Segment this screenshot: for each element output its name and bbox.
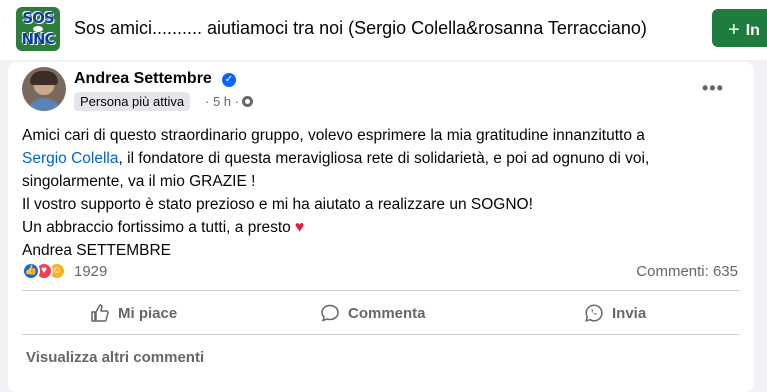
post-line: Amici cari di questo straordinario grupp… xyxy=(22,127,645,144)
plus-icon: + xyxy=(728,19,740,41)
send-button[interactable]: Invia xyxy=(584,294,646,330)
mention-link[interactable]: Sergio Colella xyxy=(22,150,119,167)
heart-icon: ♥ xyxy=(294,219,305,236)
view-more-comments-link[interactable]: Visualizza altri commenti xyxy=(26,349,204,366)
comment-label: Commenta xyxy=(348,305,426,322)
reaction-count[interactable]: 1929 xyxy=(74,263,107,280)
globe-icon xyxy=(241,96,253,107)
more-options-icon[interactable]: ••• xyxy=(702,78,724,99)
post-line: Sergio Colella, il fondatore di questa m… xyxy=(22,147,737,170)
comment-icon xyxy=(321,304,339,322)
post-author[interactable]: Andrea Settembre xyxy=(74,70,212,88)
post-body: Amici cari di questo straordinario grupp… xyxy=(22,124,737,262)
send-label: Invia xyxy=(612,305,647,322)
join-group-button[interactable]: + In xyxy=(712,9,767,47)
avatar-hair xyxy=(30,71,58,85)
avatar[interactable] xyxy=(22,67,66,111)
post-meta: · 5 h · xyxy=(205,94,253,109)
post-line-text: il fondatore di questa meravigliosa rete… xyxy=(127,150,650,167)
top-contributor-badge[interactable]: Persona più attiva xyxy=(74,92,191,111)
group-header: SOS NNC Sos amici.......... aiutiamoci t… xyxy=(0,0,767,60)
post-line: Andrea SETTEMBRE xyxy=(22,242,172,259)
group-title[interactable]: Sos amici.......... aiutiamoci tra noi (… xyxy=(74,18,647,39)
group-logo-bottom: NNC xyxy=(21,30,55,48)
post-line: Il vostro supporto è stato prezioso e mi… xyxy=(22,196,533,213)
join-label: In xyxy=(745,22,760,39)
like-reaction-icon[interactable]: 👍 xyxy=(22,262,40,280)
comment-count[interactable]: Commenti: 635 xyxy=(636,263,738,280)
reactions-row: 👍 ♥ ☺ 1929 Commenti: 635 xyxy=(22,260,742,282)
like-label: Mi piace xyxy=(118,305,178,322)
post-line-text: Un abbraccio fortissimo a tutti, a prest… xyxy=(22,219,291,236)
post-line: Un abbraccio fortissimo a tutti, a prest… xyxy=(22,216,737,239)
divider xyxy=(22,334,740,335)
post-line: singolarmente, va il mio GRAZIE ! xyxy=(22,173,256,190)
like-button[interactable]: Mi piace xyxy=(90,294,177,330)
group-logo[interactable]: SOS NNC xyxy=(16,7,60,51)
mention-suffix: , xyxy=(118,150,123,167)
verified-badge-icon: ✓ xyxy=(222,73,236,87)
post-time[interactable]: · 5 h · xyxy=(205,94,239,109)
avatar-shirt xyxy=(26,98,62,111)
group-logo-top: SOS xyxy=(22,9,54,27)
divider xyxy=(22,290,740,291)
comment-button[interactable]: Commenta xyxy=(320,294,426,330)
whatsapp-icon xyxy=(585,304,603,322)
thumbs-up-icon xyxy=(91,304,109,322)
post-card: Andrea Settembre ✓ Persona più attiva · … xyxy=(8,62,754,392)
